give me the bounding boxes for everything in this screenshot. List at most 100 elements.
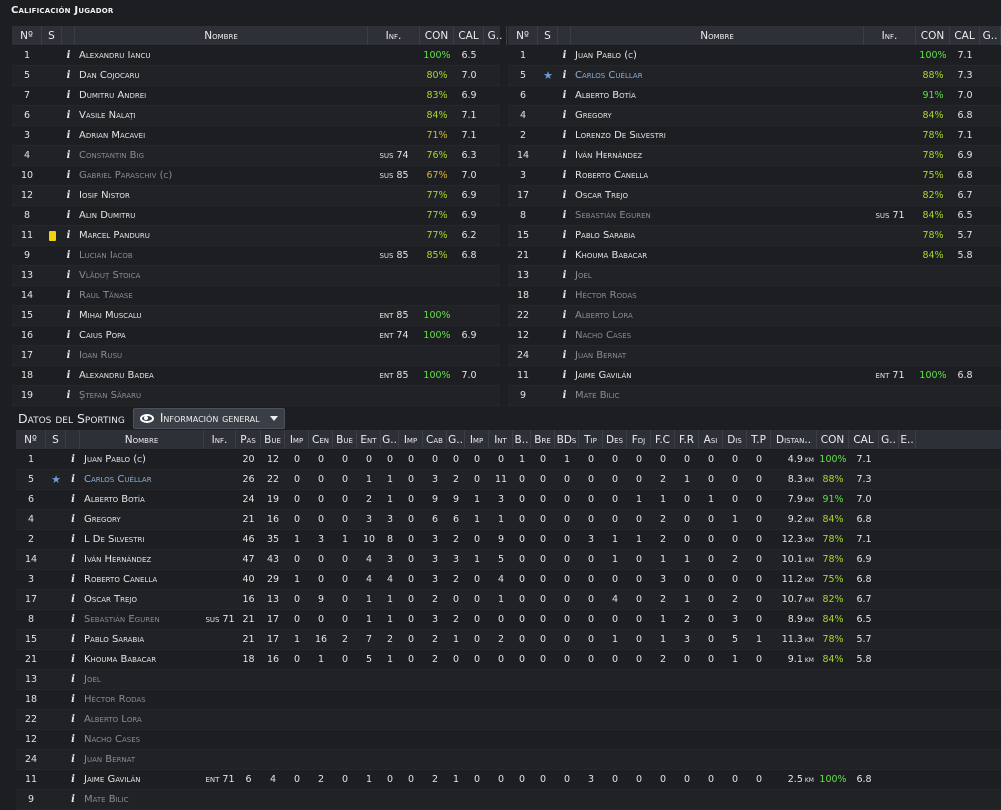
player-name[interactable]: Alin Dumitru (75, 206, 368, 225)
header-col-9[interactable]: Bue (333, 430, 357, 449)
info-icon[interactable]: i (67, 190, 71, 201)
info-icon[interactable]: i (67, 310, 71, 321)
info-icon[interactable]: i (563, 110, 567, 121)
player-name[interactable]: Roberto Canella (80, 570, 204, 589)
info-icon[interactable]: i (67, 70, 71, 81)
header-col-6[interactable]: Bue (261, 430, 285, 449)
player-stats-row[interactable]: 24 i Juan Bernat (16, 750, 1001, 770)
player-stats-row[interactable]: 12 i Nacho Cases (16, 730, 1001, 750)
header-col-22[interactable]: Fdj (627, 430, 651, 449)
header-col-8[interactable]: Cen (309, 430, 333, 449)
player-row[interactable]: 19 i Ștefan Săraru (12, 386, 500, 406)
player-stats-row[interactable]: 17 i Oscar Trejo 16 13 0 9 0 1 1 0 2 0 0 1 0 0 0 0 4 0 2 1 0 2 0 1… (16, 590, 1001, 610)
info-icon[interactable]: i (67, 330, 71, 341)
player-name[interactable]: Khouma Babacar (571, 246, 864, 265)
info-icon[interactable]: i (71, 494, 75, 505)
header-col-16[interactable]: Int (489, 430, 513, 449)
info-icon[interactable]: i (67, 210, 71, 221)
info-icon[interactable]: i (67, 150, 71, 161)
player-stats-row[interactable]: 6 i Alberto Botía 24 19 0 0 0 2 1 0 9 9 1 3 0 0 0 0 0 1 1 0 1 0 0… (16, 490, 1001, 510)
player-name[interactable]: Ștefan Săraru (75, 386, 368, 405)
header-col-23[interactable]: F.C (651, 430, 675, 449)
header-col-2[interactable] (66, 430, 80, 449)
player-name[interactable]: Alberto Botía (571, 86, 864, 105)
player-row[interactable]: 18 i Alexandru Badea ent 85 100% 7.0 (12, 366, 500, 386)
player-name[interactable]: Carlos Cuéllar (571, 66, 864, 85)
player-name[interactable]: Gregory (80, 510, 204, 529)
player-name[interactable]: Nacho Cases (80, 730, 204, 749)
player-name[interactable]: Pablo Sarabia (571, 226, 864, 245)
player-stats-row[interactable]: 5 ★ i Carlos Cuéllar 26 22 0 0 0 1 1 0 3 2 0 11 0 0 0 0 0 0 2 1… (16, 470, 1001, 490)
player-row[interactable]: 13 i Vlăduț Stoica (12, 266, 500, 286)
player-name[interactable]: Oscar Trejo (80, 590, 204, 609)
player-name[interactable]: Carlos Cuéllar (80, 470, 204, 489)
info-icon[interactable]: i (563, 350, 567, 361)
player-name[interactable]: Juan Bernat (571, 346, 864, 365)
info-icon[interactable]: i (67, 270, 71, 281)
player-name[interactable]: Héctor Rodas (80, 690, 204, 709)
info-icon[interactable]: i (71, 574, 75, 585)
info-icon[interactable]: i (563, 330, 567, 341)
player-name[interactable]: Vasile Nalați (75, 106, 368, 125)
info-icon[interactable]: i (563, 290, 567, 301)
info-icon[interactable]: i (563, 210, 567, 221)
header-col-name[interactable]: Nombre (75, 26, 368, 45)
header-col-status[interactable]: S (538, 26, 558, 45)
info-icon[interactable]: i (563, 250, 567, 261)
player-name[interactable]: Iosif Nistor (75, 186, 368, 205)
player-name[interactable]: Oscar Trejo (571, 186, 864, 205)
player-name[interactable]: Juan Pablo (c) (80, 450, 204, 469)
player-name[interactable]: Alexandru Iancu (75, 46, 368, 65)
player-stats-row[interactable]: 15 i Pablo Sarabia 21 17 1 16 2 7 2 0 2 1 0 2 0 0 0 0 1 0 1 3 0… (16, 630, 1001, 650)
player-row[interactable]: 7 i Dumitru Andrei 83% 6.9 (12, 86, 500, 106)
player-stats-row[interactable]: 9 i Mate Bilic (16, 790, 1001, 810)
header-col-rating[interactable]: CAL (454, 26, 484, 45)
player-name[interactable]: Joel (80, 670, 204, 689)
header-col-26[interactable]: Dis (723, 430, 747, 449)
player-name[interactable]: Gregory (571, 106, 864, 125)
header-col-14[interactable]: G.. (447, 430, 465, 449)
header-col-17[interactable]: B.. (513, 430, 531, 449)
player-name[interactable]: Nacho Cases (571, 326, 864, 345)
player-name[interactable]: Joel (571, 266, 864, 285)
info-icon[interactable]: i (563, 270, 567, 281)
header-col-injury[interactable]: Inf. (864, 26, 916, 45)
player-name[interactable]: Sebastián Eguren (80, 610, 204, 629)
player-row[interactable]: 6 i Vasile Nalați 84% 7.1 (12, 106, 500, 126)
player-stats-row[interactable]: 8 i Sebastián Eguren sus 71 21 17 0 0 0 1 1 0 3 2 0 0 0 0… (16, 610, 1001, 630)
info-icon[interactable]: i (71, 714, 75, 725)
player-name[interactable]: Roberto Canella (571, 166, 864, 185)
info-icon[interactable]: i (67, 230, 71, 241)
player-row[interactable]: 3 i Adrian Macavei 71% 7.1 (12, 126, 500, 146)
info-icon[interactable]: i (563, 190, 567, 201)
header-col-3[interactable]: Nombre (80, 430, 204, 449)
info-icon[interactable]: i (71, 694, 75, 705)
player-name[interactable]: Héctor Rodas (571, 286, 864, 305)
player-row[interactable]: 11 i Marcel Panduru 77% 6.2 (12, 226, 500, 246)
player-name[interactable]: Pablo Sarabia (80, 630, 204, 649)
player-row[interactable]: 9 i Mate Bilic (508, 386, 1001, 406)
player-row[interactable]: 18 i Héctor Rodas (508, 286, 1001, 306)
player-stats-row[interactable]: 21 i Khouma Babacar 18 16 0 1 0 5 1 0 2 0 0 0 0 0 0 0 0 0 2 0 0… (16, 650, 1001, 670)
player-row[interactable]: 15 i Mihai Muscalu ent 85 100% (12, 306, 500, 326)
player-name[interactable]: Sebastián Eguren (571, 206, 864, 225)
header-col-1[interactable]: S (46, 430, 66, 449)
header-col-number[interactable]: Nº (12, 26, 42, 45)
player-row[interactable]: 21 i Khouma Babacar 84% 5.8 (508, 246, 1001, 266)
player-stats-row[interactable]: 22 i Alberto Lora (16, 710, 1001, 730)
header-col-condition[interactable]: CON (916, 26, 950, 45)
header-col-21[interactable]: Des (603, 430, 627, 449)
header-col-13[interactable]: Cab (423, 430, 447, 449)
info-icon[interactable]: i (563, 310, 567, 321)
info-icon[interactable]: i (563, 50, 567, 61)
player-name[interactable]: Alberto Lora (571, 306, 864, 325)
player-name[interactable]: Marcel Panduru (75, 226, 368, 245)
player-row[interactable]: 4 i Constantin Big sus 74 76% 6.3 (12, 146, 500, 166)
player-row[interactable]: 12 i Nacho Cases (508, 326, 1001, 346)
player-name[interactable]: Mate Bilic (80, 790, 204, 809)
info-icon[interactable]: i (71, 634, 75, 645)
header-col-injury[interactable]: Inf. (368, 26, 420, 45)
info-icon[interactable]: i (71, 474, 75, 485)
player-stats-row[interactable]: 11 i Jaime Gavilán ent 71 6 4 0 2 0 1 0 0 2 1 0 0 0 0 0 3 0 0… (16, 770, 1001, 790)
player-row[interactable]: 13 i Joel (508, 266, 1001, 286)
